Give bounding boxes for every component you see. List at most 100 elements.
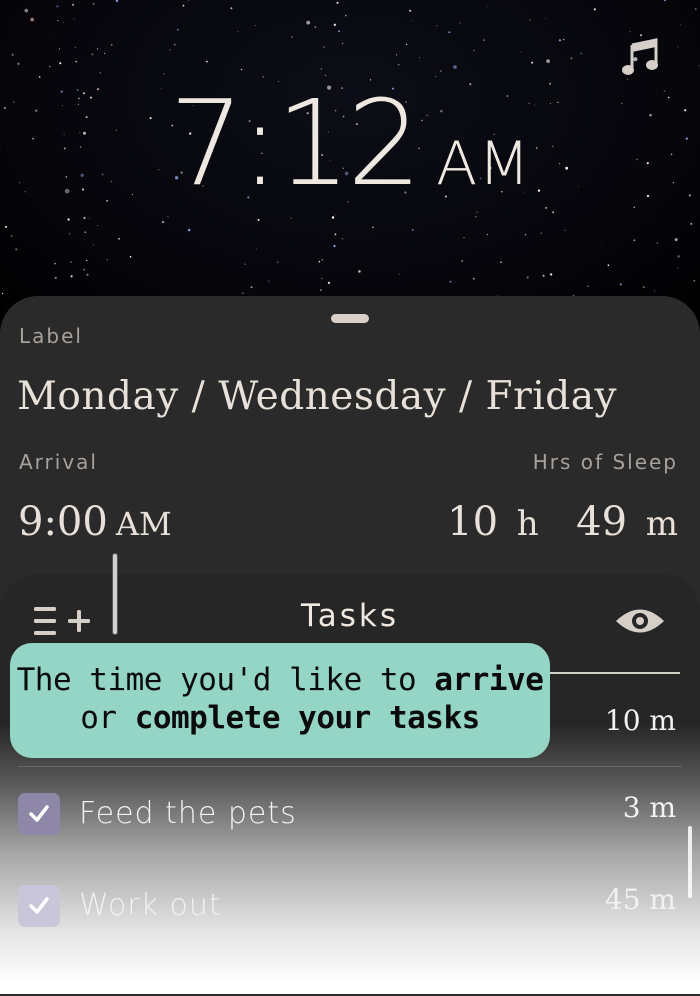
star: [106, 259, 108, 261]
star: [97, 225, 99, 226]
star: [84, 231, 86, 233]
star: [4, 225, 7, 228]
star: [406, 43, 408, 46]
star: [318, 260, 321, 263]
wake-time-display[interactable]: 7:12 AM: [0, 74, 700, 212]
star: [92, 2, 95, 5]
sheet-grabber[interactable]: [331, 314, 369, 323]
star: [335, 215, 337, 216]
star: [487, 6, 488, 7]
star: [520, 51, 522, 53]
star: [677, 46, 679, 48]
star: [529, 19, 531, 21]
scroll-indicator[interactable]: [688, 826, 692, 898]
star: [75, 60, 78, 63]
tasks-panel: Tasks 10 m Feed the pets 3 m Work out 45…: [0, 574, 700, 994]
star: [291, 36, 294, 38]
star: [57, 19, 59, 22]
task-row[interactable]: Work out 45 m: [0, 858, 700, 948]
star: [473, 49, 475, 52]
star: [321, 278, 323, 279]
star: [475, 216, 477, 218]
star: [336, 1, 339, 4]
star: [74, 46, 76, 49]
onboarding-tooltip[interactable]: The time you'd like to arrive or complet…: [10, 643, 550, 758]
star: [629, 30, 631, 33]
star: [173, 43, 176, 46]
sleep-duration: 10 h 49 m: [447, 499, 678, 545]
star: [54, 263, 56, 265]
star: [15, 248, 18, 251]
star: [654, 290, 656, 292]
star: [486, 234, 488, 236]
arrival-time-ampm: AM: [115, 505, 172, 543]
star: [115, 0, 119, 3]
star: [693, 279, 696, 282]
star: [187, 0, 189, 1]
star: [206, 60, 208, 63]
star: [398, 273, 400, 275]
label-value[interactable]: Monday / Wednesday / Friday: [17, 374, 617, 419]
star: [345, 14, 347, 17]
star: [250, 286, 253, 289]
task-divider: [18, 858, 682, 859]
star: [161, 220, 165, 224]
star: [49, 65, 51, 68]
star: [459, 22, 461, 24]
tooltip-emphasis: complete your tasks: [134, 700, 481, 736]
star: [17, 62, 20, 65]
star: [257, 218, 260, 221]
star: [500, 261, 502, 264]
star: [677, 255, 680, 258]
star: [372, 226, 374, 229]
star: [549, 273, 553, 276]
star: [563, 229, 566, 232]
star: [54, 276, 57, 279]
star: [86, 260, 88, 262]
star: [680, 24, 682, 26]
star: [240, 68, 243, 71]
star: [526, 276, 529, 279]
star: [59, 62, 62, 65]
star: [176, 28, 179, 31]
star: [419, 57, 420, 59]
task-checkbox[interactable]: [18, 793, 60, 835]
task-checkbox[interactable]: [18, 885, 60, 927]
wake-time: 7:12: [169, 74, 422, 212]
arrival-title: Arrival: [19, 450, 98, 474]
star: [244, 263, 246, 265]
star: [334, 233, 337, 236]
star: [448, 31, 451, 34]
tasks-title: Tasks: [300, 598, 400, 634]
tooltip-pointer-line: [112, 553, 118, 635]
star: [88, 218, 90, 219]
star: [73, 18, 75, 20]
sleep-minutes: 49: [576, 499, 628, 545]
star: [230, 7, 233, 10]
star: [542, 274, 545, 277]
star: [409, 9, 412, 12]
sleep-hours-unit: h: [516, 504, 539, 544]
music-note-icon[interactable]: [620, 36, 662, 78]
star: [483, 39, 485, 41]
star: [58, 48, 61, 50]
star: [111, 44, 113, 46]
tooltip-emphasis: arrive: [434, 662, 544, 698]
eye-icon[interactable]: [614, 604, 666, 638]
star: [436, 25, 438, 27]
star: [690, 222, 693, 225]
star: [531, 61, 534, 64]
star: [633, 239, 636, 241]
task-row[interactable]: Feed the pets 3 m: [0, 766, 700, 856]
star: [241, 292, 244, 295]
star: [677, 267, 679, 269]
star: [56, 5, 59, 8]
star: [86, 273, 89, 276]
arrival-time[interactable]: 9:00 AM: [18, 499, 172, 545]
star: [24, 8, 29, 13]
task-divider: [18, 766, 682, 767]
star: [558, 39, 562, 42]
star: [1, 292, 4, 295]
star: [331, 216, 335, 219]
star: [698, 65, 700, 67]
